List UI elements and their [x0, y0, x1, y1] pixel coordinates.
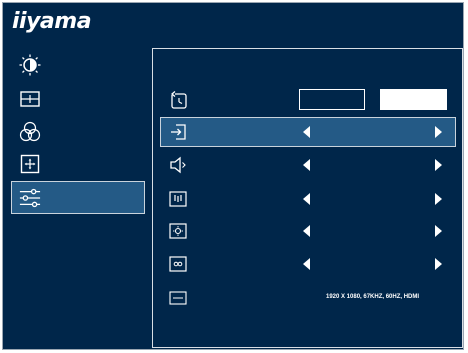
brand-logo: iiyama [12, 9, 92, 34]
audio-input-next-arrow[interactable] [435, 193, 442, 205]
volume-decrease-arrow[interactable] [303, 159, 310, 171]
color-settings-icon[interactable] [19, 121, 41, 143]
led-icon [167, 220, 189, 242]
audio-input-prev-arrow[interactable] [303, 193, 310, 205]
input-select-icon [167, 121, 189, 143]
setup-menu-icon[interactable] [19, 187, 41, 209]
picture-adjust-icon[interactable] [19, 88, 41, 110]
signal-info-text: 1920 X 1080, 67KHZ, 60HZ, HDMI [326, 294, 420, 300]
led-prev-arrow[interactable] [303, 225, 310, 237]
input-next-arrow[interactable] [435, 126, 442, 138]
volume-icon [167, 154, 189, 176]
volume-increase-arrow[interactable] [435, 159, 442, 171]
led-next-arrow[interactable] [435, 225, 442, 237]
position-icon[interactable] [19, 153, 41, 175]
reset-icon [167, 89, 189, 111]
osd-prev-arrow[interactable] [303, 258, 310, 270]
osd-window: iiyama 1920 X 1080, 67KHZ, 60HZ, HDMI [2, 2, 464, 350]
brightness-icon[interactable] [19, 54, 41, 76]
audio-input-icon [167, 188, 189, 210]
osd-next-arrow[interactable] [435, 258, 442, 270]
osd-icon [167, 253, 189, 275]
information-icon [167, 287, 189, 309]
reset-yes-button[interactable] [380, 89, 447, 110]
input-prev-arrow[interactable] [303, 126, 310, 138]
reset-no-button[interactable] [299, 89, 365, 110]
